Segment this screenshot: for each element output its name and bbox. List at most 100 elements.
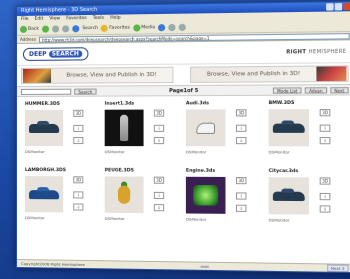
advanced-button[interactable]: Advan: [304, 86, 327, 94]
result-title[interactable]: Audi.3ds: [186, 100, 260, 108]
result-thumbnail[interactable]: [268, 177, 309, 215]
result-thumbnail[interactable]: [24, 176, 64, 213]
result-thumbnail[interactable]: [24, 109, 64, 147]
brand-bold: RIGHT: [286, 48, 307, 55]
view-3d-button[interactable]: 3D: [319, 109, 331, 117]
view-3d-button[interactable]: 3D: [235, 109, 247, 117]
view-3d-button[interactable]: 3D: [319, 177, 331, 185]
home-icon[interactable]: [72, 25, 80, 33]
status-right: Next 3: [326, 264, 349, 273]
search-submit-button[interactable]: Search: [74, 88, 97, 95]
result-card[interactable]: HUMMER.3DS 3D i ⇩ DSMonitor: [24, 101, 97, 168]
menu-file[interactable]: File: [21, 16, 29, 24]
car-model-icon: [272, 123, 305, 133]
media-label: Media: [141, 25, 156, 31]
info-button[interactable]: i: [235, 124, 247, 132]
deepsearch-logo[interactable]: DEEP SEARCH: [22, 47, 89, 61]
banner-car-image: [316, 66, 347, 82]
result-thumbnail[interactable]: [185, 109, 226, 147]
download-button[interactable]: ⇩: [153, 137, 165, 145]
info-button[interactable]: i: [153, 191, 165, 200]
stop-icon[interactable]: [52, 25, 60, 33]
next-button[interactable]: Next: [330, 86, 349, 93]
result-card[interactable]: BMW.3DS 3D i ⇩ DSMonitor: [268, 100, 345, 169]
engine-model-icon: [193, 184, 219, 206]
result-title[interactable]: BMW.3DS: [269, 100, 345, 109]
refresh-icon[interactable]: [62, 25, 70, 33]
download-button[interactable]: ⇩: [235, 137, 247, 145]
menu-tools[interactable]: Tools: [93, 15, 104, 23]
result-source-tag: DSMonitor: [104, 149, 125, 155]
result-title[interactable]: Insert1.3ds: [105, 100, 178, 108]
info-button[interactable]: i: [153, 124, 165, 132]
media-icon: [133, 24, 141, 32]
favorites-button[interactable]: Favorites: [101, 24, 130, 32]
view-3d-button[interactable]: 3D: [153, 176, 165, 184]
view-3d-button[interactable]: 3D: [153, 109, 165, 117]
result-title[interactable]: PEUGE.3DS: [105, 167, 178, 175]
result-thumbnail[interactable]: [268, 109, 309, 147]
view-3d-button[interactable]: 3D: [235, 176, 247, 185]
address-label: Address: [19, 36, 36, 42]
result-card[interactable]: Engine.3ds 3D i ⇩ DSMonitor: [185, 168, 260, 236]
download-button[interactable]: ⇩: [153, 204, 165, 212]
result-title[interactable]: Engine.3ds: [186, 168, 260, 176]
banner-right[interactable]: Browse, View and Publish in 3D!: [190, 65, 349, 83]
result-card[interactable]: Citycar.3ds 3D i ⇩ DSMonitor: [268, 168, 345, 237]
car-model-icon: [28, 189, 60, 199]
forward-arrow-icon[interactable]: [41, 25, 49, 33]
view-3d-button[interactable]: 3D: [73, 176, 84, 184]
download-button[interactable]: ⇩: [319, 205, 331, 213]
info-button[interactable]: i: [73, 124, 84, 132]
result-source-tag: DSMonitor: [104, 215, 125, 222]
maximize-icon[interactable]: [334, 3, 343, 11]
search-input[interactable]: [20, 88, 72, 95]
right-hemisphere-brand[interactable]: RIGHT HEMISPHERE: [286, 48, 346, 55]
info-button[interactable]: i: [319, 192, 331, 201]
search-button[interactable]: Search: [82, 26, 98, 31]
menu-help[interactable]: Help: [110, 15, 120, 23]
result-thumbnail[interactable]: [104, 109, 144, 147]
favorites-label: Favorites: [109, 25, 130, 31]
download-button[interactable]: ⇩: [319, 137, 331, 145]
result-card[interactable]: Audi.3ds 3D i ⇩ DSMonitor: [185, 100, 260, 168]
result-card[interactable]: PEUGE.3DS 3D i ⇩ DSMonitor: [104, 167, 178, 234]
print-icon[interactable]: [178, 23, 187, 32]
minimize-icon[interactable]: [326, 3, 334, 11]
close-icon[interactable]: [343, 2, 350, 11]
menu-favorites[interactable]: Favorites: [66, 15, 87, 23]
mode-list-button[interactable]: Mode List: [272, 86, 302, 94]
download-button[interactable]: ⇩: [235, 204, 247, 212]
result-card[interactable]: Insert1.3ds 3D i ⇩ DSMonitor: [104, 100, 178, 167]
pineapple-model-icon: [117, 185, 131, 204]
media-button[interactable]: Media: [133, 24, 156, 32]
result-title[interactable]: HUMMER.3DS: [25, 101, 97, 109]
search-label: Search: [82, 25, 98, 32]
history-icon[interactable]: [158, 24, 166, 32]
status-left: Copyright2006 Right Hemisphere: [20, 261, 85, 268]
banner-text: Browse, View and Publish in 3D!: [206, 70, 301, 78]
result-title[interactable]: Citycar.3ds: [269, 168, 345, 177]
menu-view[interactable]: View: [49, 15, 60, 23]
result-thumbnail[interactable]: [104, 176, 144, 214]
info-button[interactable]: i: [73, 191, 84, 199]
mail-icon[interactable]: [168, 23, 176, 32]
view-3d-button[interactable]: 3D: [73, 109, 84, 117]
banner-left[interactable]: Browse, View and Publish in 3D!: [20, 66, 174, 84]
browser-window: Right Hemisphere - 3D Search File Edit V…: [16, 0, 350, 274]
result-title[interactable]: LAMBORGH.3DS: [25, 167, 97, 175]
star-icon: [101, 24, 109, 32]
menu-edit[interactable]: Edit: [35, 16, 44, 24]
download-button[interactable]: ⇩: [73, 203, 84, 211]
back-button[interactable]: Back: [19, 25, 39, 33]
logo-deep-text: DEEP: [28, 50, 47, 58]
result-source-tag: DSMonitor: [268, 217, 290, 223]
results-grid: HUMMER.3DS 3D i ⇩ DSMonitor Insert1.3ds 3D i ⇩ DS…: [17, 95, 350, 236]
download-button[interactable]: ⇩: [73, 137, 84, 145]
info-button[interactable]: i: [319, 124, 331, 132]
result-card[interactable]: LAMBORGH.3DS 3D i ⇩ DSMonitor: [24, 167, 97, 234]
info-button[interactable]: i: [235, 192, 247, 200]
result-thumbnail[interactable]: [185, 176, 226, 214]
page-indicator: Page1of 5: [169, 87, 199, 94]
banner-text: Browse, View and Publish in 3D!: [66, 71, 157, 79]
